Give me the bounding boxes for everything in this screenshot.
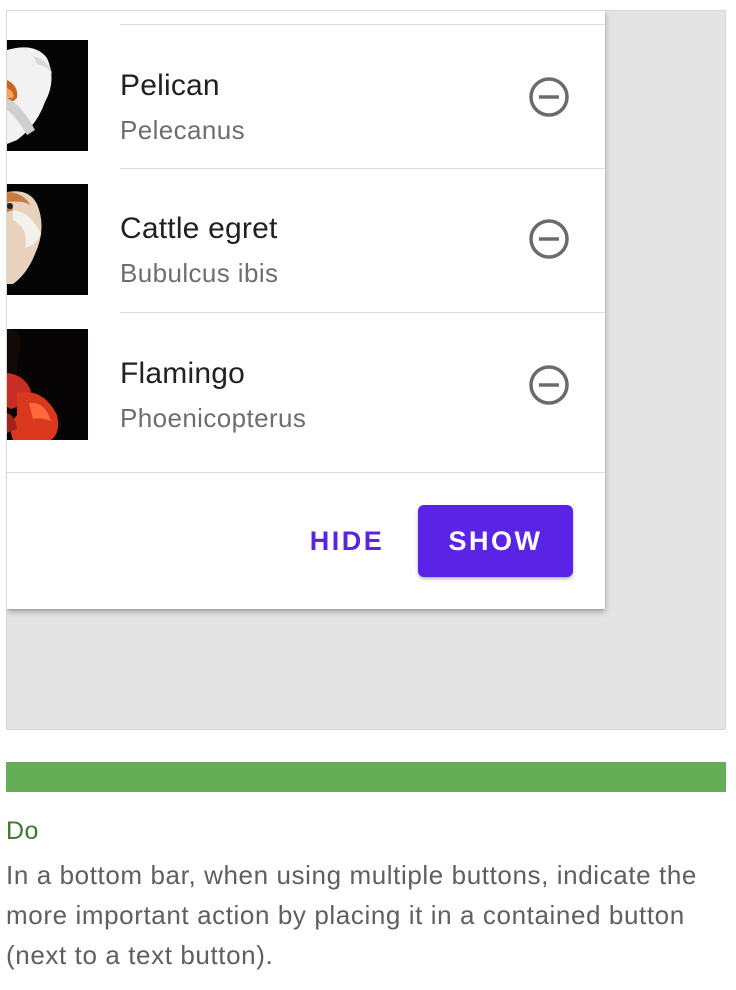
example-stage: Pelican Pelecanus Cattle egret Bubulcus …: [6, 10, 726, 730]
item-subtitle: Bubulcus ibis: [120, 258, 279, 288]
caption-heading: Do: [6, 817, 39, 845]
cattle-egret-image: [7, 184, 88, 295]
item-title: Flamingo: [120, 357, 245, 390]
list-card: Pelican Pelecanus Cattle egret Bubulcus …: [7, 11, 605, 609]
item-subtitle: Pelecanus: [120, 115, 246, 145]
divider: [120, 312, 605, 313]
show-button[interactable]: SHOW: [418, 505, 573, 577]
remove-circle-icon: [529, 77, 569, 117]
remove-circle-icon: [529, 219, 569, 259]
divider: [7, 472, 605, 473]
remove-button[interactable]: [525, 361, 573, 409]
list-item-pelican[interactable]: Pelican Pelecanus: [7, 25, 605, 169]
item-title: Cattle egret: [120, 212, 278, 245]
list-item-cattle-egret[interactable]: Cattle egret Bubulcus ibis: [7, 169, 605, 313]
flamingo-image: [7, 329, 88, 440]
pelican-image: [7, 40, 88, 151]
bottom-bar: HIDE SHOW: [7, 474, 605, 609]
hide-button[interactable]: HIDE: [295, 505, 399, 577]
list-item-flamingo[interactable]: Flamingo Phoenicopterus: [7, 314, 605, 473]
item-title: Pelican: [120, 69, 220, 102]
caption-text: In a bottom bar, when using multiple but…: [6, 860, 697, 970]
do-indicator-bar: [6, 762, 726, 792]
remove-circle-icon: [529, 365, 569, 405]
item-subtitle: Phoenicopterus: [120, 403, 307, 433]
remove-button[interactable]: [525, 73, 573, 121]
remove-button[interactable]: [525, 215, 573, 263]
